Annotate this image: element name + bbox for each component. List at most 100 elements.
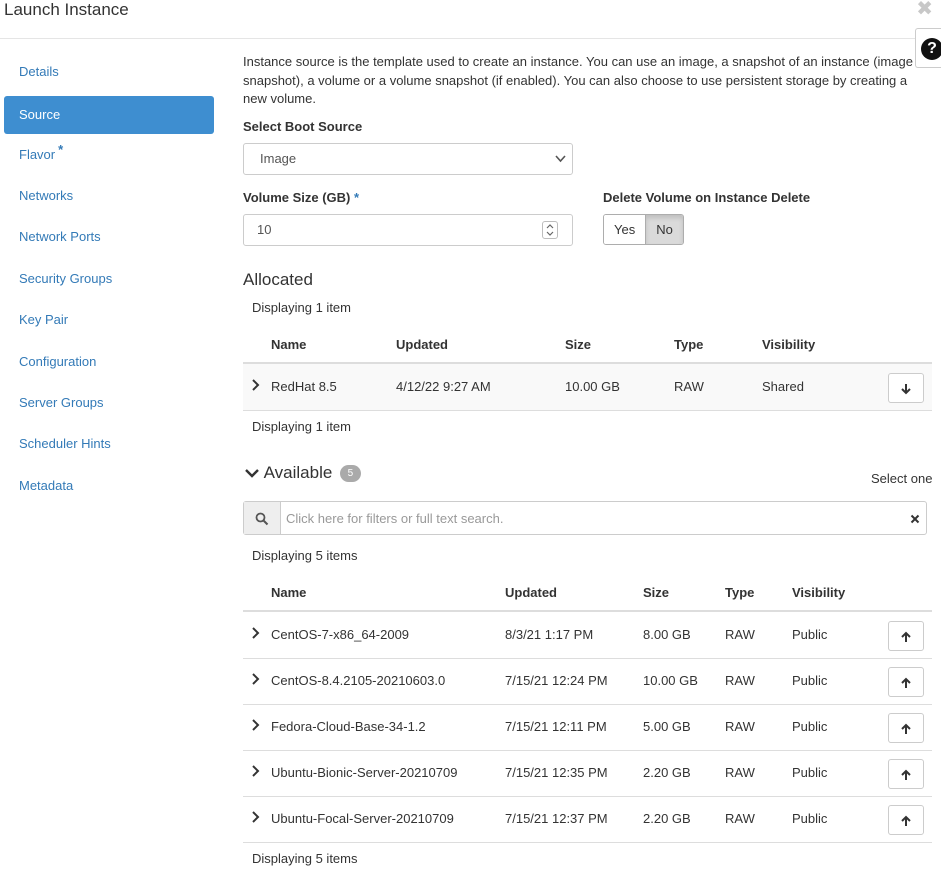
volume-size-value: 10: [257, 222, 272, 237]
boot-source-label: Select Boot Source: [243, 119, 363, 134]
row-name: Ubuntu-Bionic-Server-20210709: [271, 765, 458, 780]
sidebar-item-label: Source: [19, 107, 61, 122]
row-updated: 7/15/21 12:24 PM: [505, 673, 608, 688]
volume-size-label-text: Volume Size (GB): [243, 190, 351, 205]
sidebar-item-label: Networks: [19, 188, 74, 203]
volume-size-input[interactable]: 10: [243, 214, 573, 246]
row-type: RAW: [674, 379, 704, 394]
row-visibility: Public: [792, 673, 828, 688]
sidebar-item-label: Metadata: [19, 478, 74, 493]
allocate-button[interactable]: [888, 621, 924, 651]
row-size: 5.00 GB: [643, 719, 691, 734]
sidebar-item-label: Scheduler Hints: [19, 436, 111, 451]
col-header-type[interactable]: Type: [674, 337, 703, 352]
close-icon[interactable]: [910, 502, 920, 534]
sidebar-item-scheduler-hints[interactable]: Scheduler Hints: [4, 425, 214, 463]
help-icon: ?: [921, 38, 941, 60]
allocate-button[interactable]: [888, 805, 924, 835]
row-visibility: Public: [792, 765, 828, 780]
col-header-name[interactable]: Name: [271, 585, 306, 600]
required-marker: *: [354, 190, 360, 205]
arrow-up-icon: [901, 723, 911, 734]
sidebar-item-label: Details: [19, 64, 59, 79]
row-divider: [243, 410, 932, 411]
number-spinner[interactable]: [542, 221, 558, 239]
sidebar-item-configuration[interactable]: Configuration: [4, 343, 214, 381]
row-size: 10.00 GB: [643, 673, 698, 688]
row-updated: 8/3/21 1:17 PM: [505, 627, 594, 642]
sidebar-item-label: Security Groups: [19, 271, 113, 286]
allocate-button[interactable]: [888, 759, 924, 789]
delete-volume-label: Delete Volume on Instance Delete: [603, 190, 811, 205]
available-count-bottom: Displaying 5 items: [252, 851, 358, 866]
col-header-visibility[interactable]: Visibility: [762, 337, 815, 352]
available-count-top: Displaying 5 items: [252, 548, 358, 563]
search-icon: [244, 502, 281, 534]
arrow-up-icon: [901, 631, 911, 642]
row-type: RAW: [725, 765, 755, 780]
row-name: CentOS-8.4.2105-20210603.0: [271, 673, 446, 688]
row-divider: [243, 796, 932, 797]
chevron-right-icon[interactable]: [251, 718, 260, 735]
col-header-name[interactable]: Name: [271, 337, 306, 352]
sidebar-item-server-groups[interactable]: Server Groups: [4, 384, 214, 422]
source-description: Instance source is the template used to …: [243, 54, 913, 107]
row-type: RAW: [725, 719, 755, 734]
arrow-up-icon: [901, 769, 911, 780]
modal-title: Launch Instance: [4, 0, 129, 19]
sidebar-item-network-ports[interactable]: Network Ports: [4, 218, 214, 256]
row-size: 2.20 GB: [643, 811, 691, 826]
allocate-button[interactable]: [888, 667, 924, 697]
chevron-right-icon[interactable]: [251, 672, 260, 689]
row-divider: [243, 658, 932, 659]
deallocate-button[interactable]: [888, 373, 924, 403]
chevron-right-icon[interactable]: [251, 626, 260, 643]
search-input[interactable]: [282, 502, 902, 534]
row-updated: 7/15/21 12:37 PM: [505, 811, 608, 826]
row-visibility: Public: [792, 627, 828, 642]
close-icon[interactable]: ✖: [916, 0, 933, 19]
row-updated: 7/15/21 12:11 PM: [505, 719, 607, 734]
delete-volume-no-button[interactable]: No: [645, 215, 683, 244]
sidebar-item-security-groups[interactable]: Security Groups: [4, 260, 214, 298]
available-toggle[interactable]: Available 5: [244, 463, 361, 483]
search-bar: [243, 501, 927, 535]
col-header-updated[interactable]: Updated: [505, 585, 557, 600]
col-header-updated[interactable]: Updated: [396, 337, 448, 352]
col-header-size[interactable]: Size: [643, 585, 669, 600]
row-name: CentOS-7-x86_64-2009: [271, 627, 410, 642]
col-header-visibility[interactable]: Visibility: [792, 585, 845, 600]
boot-source-select[interactable]: Image: [243, 143, 573, 175]
chevron-right-icon[interactable]: [251, 810, 260, 827]
row-size: 10.00 GB: [565, 379, 620, 394]
sidebar-item-key-pair[interactable]: Key Pair: [4, 301, 214, 339]
chevron-right-icon[interactable]: [251, 378, 260, 395]
sidebar-item-metadata[interactable]: Metadata: [4, 467, 214, 505]
allocate-button[interactable]: [888, 713, 924, 743]
row-divider: [243, 704, 932, 705]
arrow-up-icon: [901, 815, 911, 826]
row-updated: 4/12/22 9:27 AM: [396, 379, 491, 394]
arrow-up-icon: [901, 677, 911, 688]
required-marker: *: [58, 141, 64, 157]
table-header-divider: [243, 610, 932, 612]
col-header-size[interactable]: Size: [565, 337, 591, 352]
sidebar-item-source[interactable]: Source: [4, 96, 214, 134]
row-updated: 7/15/21 12:35 PM: [505, 765, 608, 780]
sidebar-item-label: Key Pair: [19, 312, 69, 327]
chevron-right-icon[interactable]: [251, 764, 260, 781]
available-title: Available: [263, 463, 333, 482]
sidebar-item-networks[interactable]: Networks: [4, 177, 214, 215]
col-header-type[interactable]: Type: [725, 585, 754, 600]
row-type: RAW: [725, 811, 755, 826]
available-count-badge: 5: [339, 464, 361, 482]
sidebar-item-flavor[interactable]: Flavor *: [4, 136, 214, 174]
delete-volume-yes-button[interactable]: Yes: [604, 215, 646, 244]
row-visibility: Public: [792, 719, 828, 734]
chevron-down-icon: [555, 144, 566, 186]
allocated-count-top: Displaying 1 item: [252, 300, 351, 315]
sidebar-item-details[interactable]: Details: [4, 53, 214, 91]
header-divider: [0, 38, 941, 39]
row-divider: [243, 842, 932, 843]
row-name: Ubuntu-Focal-Server-20210709: [271, 811, 454, 826]
